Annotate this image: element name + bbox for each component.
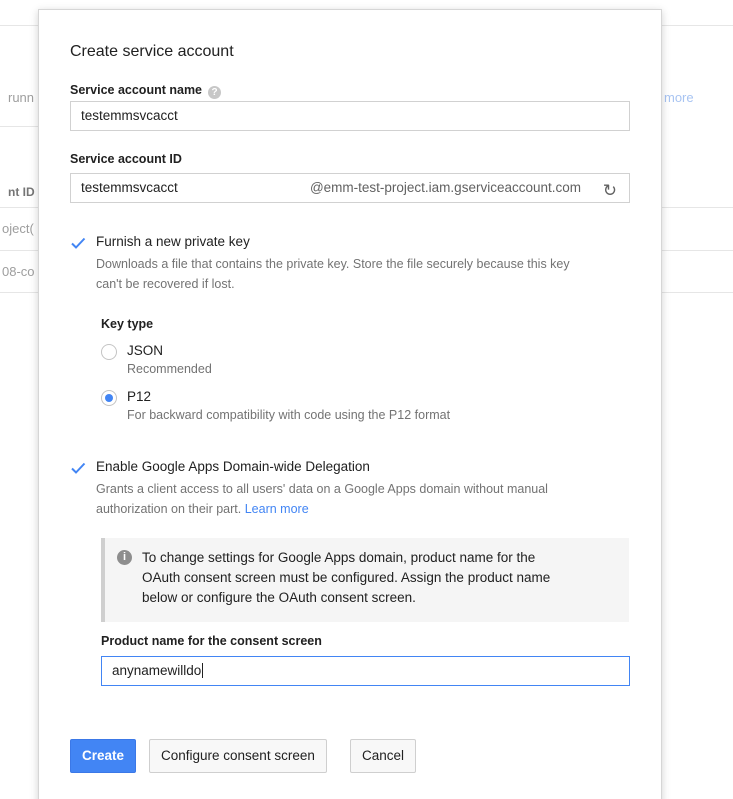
furnish-private-key-label: Furnish a new private key [96,234,250,249]
key-type-json-sub: Recommended [127,362,212,376]
create-button[interactable]: Create [70,739,137,773]
configure-consent-screen-button[interactable]: Configure consent screen [149,739,327,773]
domain-wide-delegation-checkbox[interactable]: Enable Google Apps Domain-wide Delegatio… [70,459,370,476]
cancel-button[interactable]: Cancel [350,739,417,773]
background-divider [0,126,38,127]
consent-screen-notice: i To change settings for Google Apps dom… [101,538,629,622]
learn-more-link[interactable]: Learn more [245,502,309,516]
checkmark-icon [71,462,86,474]
background-text-run: runn [8,90,35,105]
notice-line: To change settings for Google Apps domai… [142,550,536,565]
key-type-p12-radio[interactable]: P12 For backward compatibility with code… [101,389,450,422]
notice-text: To change settings for Google Apps domai… [142,548,550,622]
key-type-p12-label: P12 [127,389,152,404]
radio-button-selected[interactable] [101,390,117,406]
notice-line: OAuth consent screen must be configured.… [142,570,551,585]
description-line: can't be recovered if lost. [96,277,235,291]
service-account-name-label: Service account name? [70,83,222,99]
service-account-name-input[interactable]: testemmsvcacct [70,101,630,131]
product-name-value: anynamewilldo [112,663,202,678]
key-type-label: Key type [101,317,154,331]
service-account-name-label-text: Service account name [70,83,203,97]
key-type-json-label: JSON [127,343,164,358]
domain-wide-delegation-label: Enable Google Apps Domain-wide Delegatio… [96,459,370,474]
refresh-icon[interactable]: ↻ [603,177,617,205]
description-line: authorization on their part. [96,502,242,516]
background-cell-id: 08-co [2,264,35,279]
radio-button[interactable] [101,344,117,360]
key-type-p12-sub: For backward compatibility with code usi… [127,408,451,422]
background-cell-project: oject( [2,221,34,236]
service-account-id-value: testemmsvcacct [81,180,178,195]
furnish-private-key-description: Downloads a file that contains the priva… [96,254,570,294]
furnish-private-key-checkbox[interactable]: Furnish a new private key [70,234,250,251]
service-account-id-input[interactable]: testemmsvcacct @emm-test-project.iam.gse… [70,173,630,203]
service-account-id-suffix: @emm-test-project.iam.gserviceaccount.co… [309,180,581,195]
background-header-id: nt ID [8,185,35,199]
text-cursor [202,663,204,678]
key-type-json-radio[interactable]: JSON Recommended [101,343,212,376]
description-line: Downloads a file that contains the priva… [96,257,570,271]
create-service-account-dialog: Create service account Service account n… [38,9,662,799]
notice-line: below or configure the OAuth consent scr… [142,590,416,605]
description-line: Grants a client access to all users' dat… [96,482,548,496]
product-name-input[interactable]: anynamewilldo [101,656,630,686]
background-link-more: more [664,90,694,105]
info-icon: i [117,550,132,565]
domain-wide-delegation-description: Grants a client access to all users' dat… [96,479,548,519]
dialog-title: Create service account [70,43,234,60]
help-icon[interactable]: ? [208,86,222,99]
checkmark-icon [71,237,86,249]
service-account-id-label: Service account ID [70,152,182,166]
product-name-label: Product name for the consent screen [101,634,322,648]
